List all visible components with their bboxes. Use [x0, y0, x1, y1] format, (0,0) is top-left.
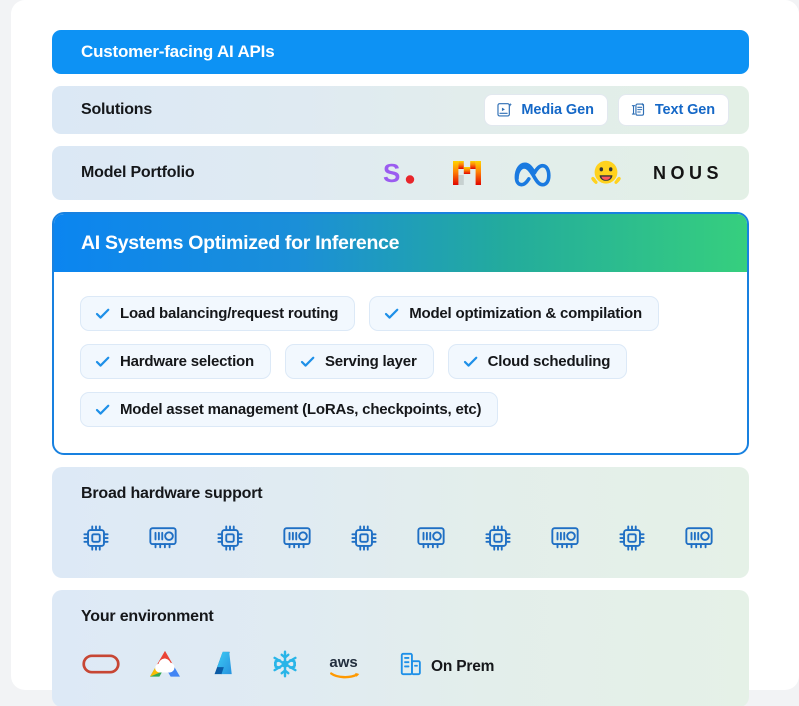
inference-panel-title: AI Systems Optimized for Inference: [81, 231, 400, 254]
cpu-chip-icon: [617, 523, 647, 558]
nous-research-logo: NOUS: [652, 162, 723, 183]
capability-row: Load balancing/request routing Model opt…: [80, 296, 721, 331]
text-gen-button[interactable]: Text Gen: [617, 94, 729, 126]
text-gen-icon: [630, 101, 648, 119]
capability-chip[interactable]: Hardware selection: [80, 344, 271, 379]
hardware-support-title: Broad hardware support: [81, 485, 263, 502]
check-icon: [95, 356, 110, 367]
capability-label: Model optimization & compilation: [409, 305, 642, 322]
google-cloud-logo: [147, 649, 183, 684]
oracle-cloud-logo: [81, 651, 121, 682]
hardware-support-section: Broad hardware support: [52, 467, 749, 578]
stability-ai-logo: S: [381, 157, 421, 189]
cpu-chip-icon: [349, 523, 379, 558]
aws-logo: aws: [327, 652, 373, 682]
inference-panel: AI Systems Optimized for Inference Load …: [52, 212, 749, 455]
capability-chip[interactable]: Load balancing/request routing: [80, 296, 356, 331]
capability-label: Hardware selection: [120, 353, 254, 370]
capability-chip[interactable]: Model asset management (LoRAs, checkpoin…: [80, 392, 499, 427]
gpu-card-icon: [281, 523, 313, 558]
capability-label: Load balancing/request routing: [120, 305, 339, 322]
on-prem-label: On Prem: [431, 657, 495, 675]
model-logo-list: S NOUS: [381, 157, 723, 189]
microsoft-azure-logo: [209, 649, 243, 684]
media-gen-label: Media Gen: [521, 102, 594, 118]
media-gen-icon: [496, 101, 514, 119]
model-portfolio-label: Model Portfolio: [81, 164, 195, 181]
check-icon: [385, 308, 399, 319]
check-icon: [95, 404, 110, 415]
solutions-row: Solutions Media Gen Text Gen: [52, 86, 749, 134]
capability-label: Serving layer: [324, 353, 417, 370]
model-portfolio-row: Model Portfolio S NOUS: [52, 146, 749, 200]
gpu-card-icon: [549, 523, 581, 558]
capability-chip[interactable]: Serving layer: [284, 344, 434, 379]
check-icon: [463, 356, 477, 367]
capability-row: Hardware selection Serving layer Cloud s…: [80, 344, 721, 379]
cpu-chip-icon: [215, 523, 245, 558]
solutions-label: Solutions: [81, 101, 153, 118]
capability-chip[interactable]: Cloud scheduling: [447, 344, 628, 379]
inference-panel-header: AI Systems Optimized for Inference: [54, 214, 747, 272]
check-icon: [95, 308, 110, 319]
svg-text:aws: aws: [329, 654, 357, 671]
meta-logo: [513, 159, 559, 187]
gpu-card-icon: [415, 523, 447, 558]
capability-chip[interactable]: Model optimization & compilation: [369, 296, 659, 331]
capability-row: Model asset management (LoRAs, checkpoin…: [80, 392, 721, 427]
hardware-icon-list: [81, 523, 723, 558]
check-icon: [300, 356, 315, 367]
gpu-card-icon: [683, 523, 715, 558]
section-stack: Customer-facing AI APIs Solutions Media …: [52, 30, 749, 706]
cpu-chip-icon: [483, 523, 513, 558]
snowflake-logo: [269, 648, 301, 685]
environment-section: Your environment aws On Prem: [52, 590, 749, 706]
hugging-face-logo: [589, 157, 623, 189]
on-prem-icon: [399, 651, 423, 682]
environment-title: Your environment: [81, 608, 214, 625]
inference-panel-body: Load balancing/request routing Model opt…: [54, 272, 747, 453]
api-bar-label: Customer-facing AI APIs: [81, 42, 275, 61]
customer-facing-api-bar: Customer-facing AI APIs: [52, 30, 749, 74]
capability-label: Cloud scheduling: [487, 353, 611, 370]
capability-label: Model asset management (LoRAs, checkpoin…: [120, 401, 482, 418]
on-prem-item: On Prem: [399, 651, 494, 682]
content-card: Customer-facing AI APIs Solutions Media …: [11, 0, 799, 706]
cpu-chip-icon: [81, 523, 111, 558]
environment-logo-list: aws On Prem: [81, 648, 723, 685]
text-gen-label: Text Gen: [654, 102, 715, 118]
media-gen-button[interactable]: Media Gen: [484, 94, 608, 126]
mistral-ai-logo: [451, 158, 483, 188]
gpu-card-icon: [147, 523, 179, 558]
page-background: Customer-facing AI APIs Solutions Media …: [0, 0, 799, 706]
svg-text:S: S: [383, 158, 400, 188]
